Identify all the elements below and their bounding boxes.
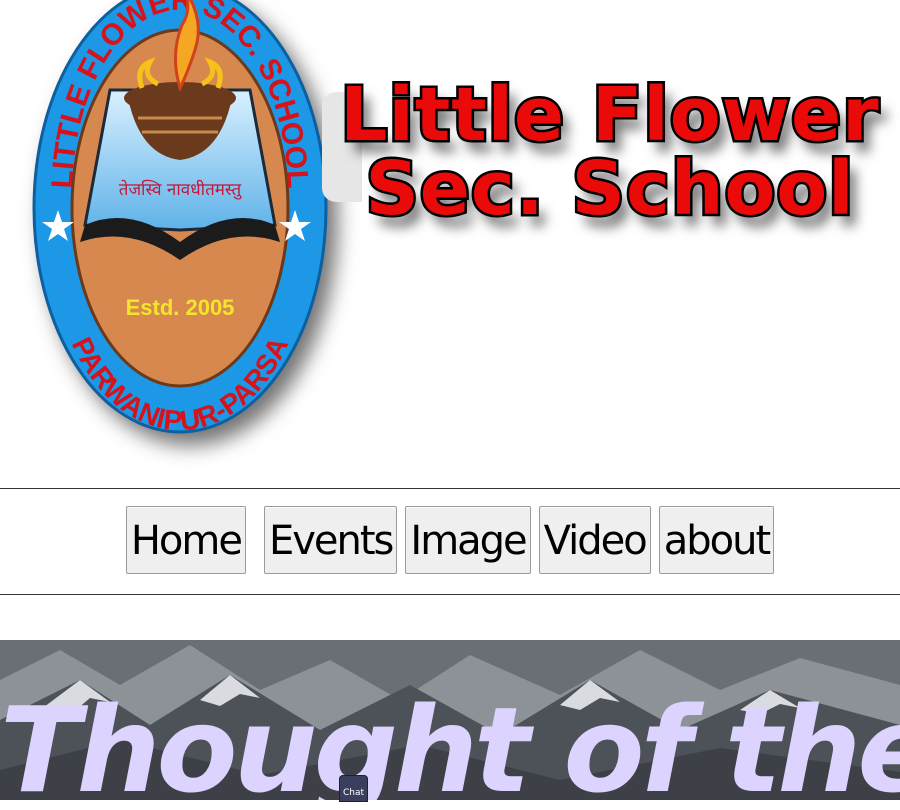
chat-button[interactable]: Chat — [339, 775, 368, 802]
thought-of-the-day-heading: Thought of the Day — [0, 681, 900, 800]
nav-top-divider — [0, 488, 900, 489]
school-logo: LITTLE FLOWER SEC. SCHOOL PARWANIPUR-PAR… — [30, 0, 330, 440]
school-emblem-icon: LITTLE FLOWER SEC. SCHOOL PARWANIPUR-PAR… — [32, 0, 328, 437]
nav-video-button[interactable]: Video — [538, 506, 651, 574]
nav-about-button[interactable]: about — [658, 506, 775, 574]
nav-image-button[interactable]: Image — [405, 506, 531, 574]
nav-bottom-divider — [0, 594, 900, 595]
logo-motto: तेजस्वि नावधीतमस्तु — [119, 179, 242, 200]
nav-home-button[interactable]: Home — [125, 506, 246, 574]
nav-events-button[interactable]: Events — [263, 506, 398, 574]
main-nav: Home Events Image Video about — [0, 506, 900, 578]
site-title: Little Flower Sec. School — [338, 72, 881, 232]
thought-banner: Thought of the Day — [0, 640, 900, 800]
logo-established: Estd. 2005 — [126, 295, 235, 320]
